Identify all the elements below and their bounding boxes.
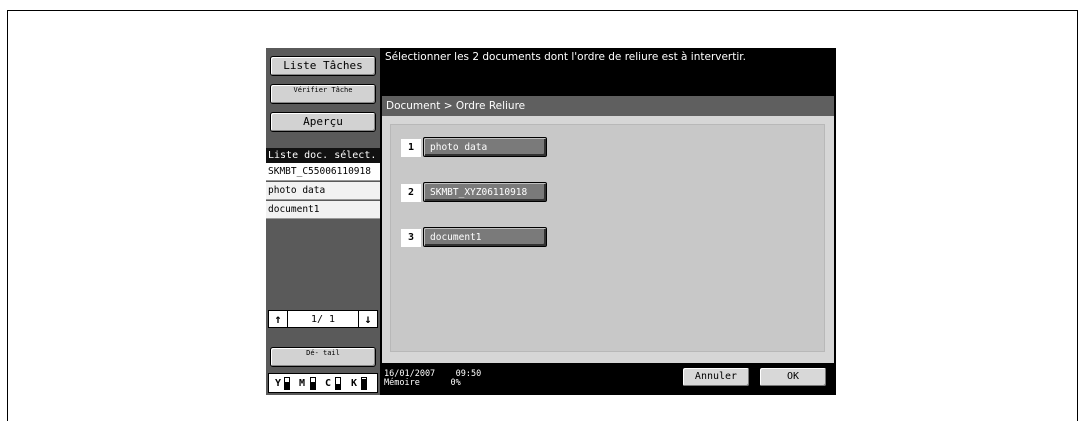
selected-doc-item[interactable]: SKMBT_C55006110918 [266, 163, 380, 181]
job-list-button[interactable]: Liste Tâches [270, 56, 376, 76]
cancel-button[interactable]: Annuler [682, 367, 750, 387]
check-job-button[interactable]: Vérifier Tâche [270, 84, 376, 104]
ok-button[interactable]: OK [759, 367, 827, 387]
toner-bar-m [310, 377, 316, 390]
down-arrow-icon[interactable]: ↓ [358, 310, 378, 328]
detail-button[interactable]: Dé- tail [270, 347, 376, 367]
toner-bar-k [361, 377, 367, 390]
status-info: 16/01/2007 09:50 Mémoire 0% [384, 370, 481, 388]
toner-label-m: M [299, 378, 306, 389]
selected-docs-header: Liste doc. sélect. [266, 148, 380, 163]
document-number: 1 [401, 139, 421, 157]
document-number: 2 [401, 184, 421, 202]
up-arrow-icon[interactable]: ↑ [268, 310, 288, 328]
selected-doc-item[interactable]: document1 [266, 201, 380, 219]
page-indicator: 1/ 1 [288, 310, 358, 328]
document-list: 1 photo data 2 SKMBT_XYZ06110918 3 docum… [390, 124, 825, 352]
toner-label-k: K [351, 378, 358, 389]
document-button[interactable]: SKMBT_XYZ06110918 [423, 182, 547, 202]
main-panel: Document > Ordre Reliure 1 photo data 2 … [382, 96, 834, 363]
list-pager: ↑ 1/ 1 ↓ [266, 310, 380, 328]
memory-label: Mémoire [384, 378, 420, 388]
instruction-message: Sélectionner les 2 documents dont l'ordr… [385, 51, 746, 63]
toner-levels: Y M C K [268, 373, 378, 393]
left-panel: Liste Tâches Vérifier Tâche Aperçu Liste… [266, 48, 380, 395]
status-footer: 16/01/2007 09:50 Mémoire 0% Annuler OK [382, 363, 834, 395]
preview-button[interactable]: Aperçu [270, 112, 376, 132]
document-button[interactable]: photo data [423, 137, 547, 157]
document-button[interactable]: document1 [423, 227, 547, 247]
device-screen: Liste Tâches Vérifier Tâche Aperçu Liste… [266, 48, 836, 395]
document-number: 3 [401, 229, 421, 247]
toner-bar-y [284, 377, 290, 390]
selected-doc-item[interactable]: photo data [266, 182, 380, 200]
toner-bar-c [335, 377, 341, 390]
breadcrumb: Document > Ordre Reliure [382, 96, 834, 116]
memory-value: 0% [450, 378, 461, 388]
toner-label-c: C [325, 378, 332, 389]
toner-label-y: Y [275, 378, 282, 389]
